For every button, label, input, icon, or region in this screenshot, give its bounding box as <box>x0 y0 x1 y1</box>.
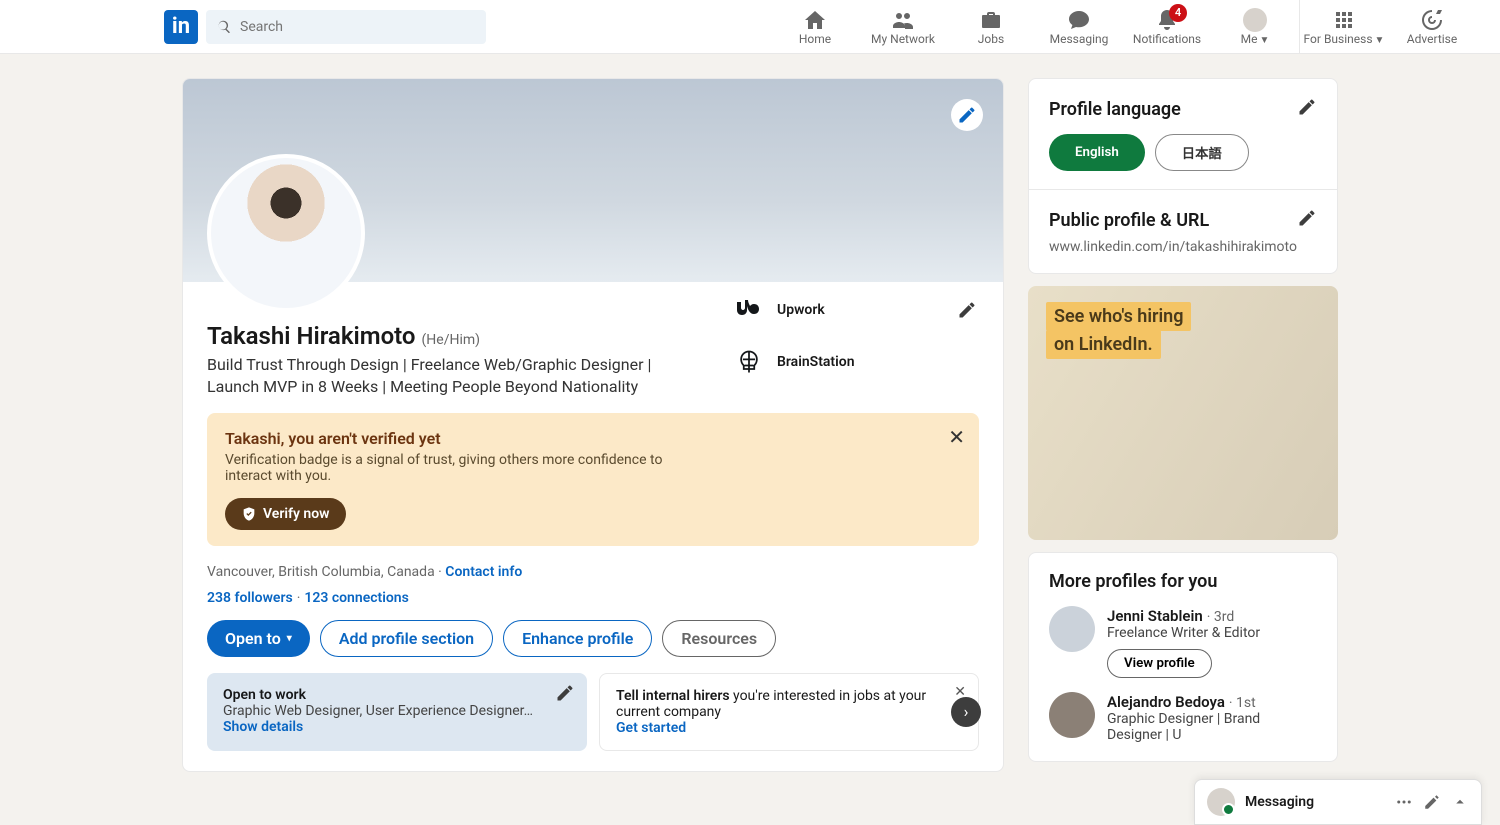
more-profiles-card: More profiles for you Jenni Stablein · 3… <box>1028 552 1338 762</box>
briefcase-icon <box>979 8 1003 32</box>
enhance-profile-button[interactable]: Enhance profile <box>503 620 652 657</box>
pronouns: (He/Him) <box>422 332 481 348</box>
nav-business[interactable]: For Business▼ <box>1300 0 1388 54</box>
top-nav: in Home My Network Jobs Messaging 4Notif… <box>0 0 1500 54</box>
shield-check-icon <box>241 506 257 522</box>
avatar-icon <box>1049 692 1095 738</box>
pencil-icon <box>1297 97 1317 117</box>
avatar-icon <box>1049 606 1095 652</box>
suggested-profile[interactable]: Alejandro Bedoya · 1st Graphic Designer … <box>1049 692 1317 743</box>
location-row: Vancouver, British Columbia, Canada · Co… <box>207 564 979 580</box>
people-icon <box>891 8 915 32</box>
verify-title: Takashi, you aren't verified yet <box>225 429 961 448</box>
chevron-up-icon[interactable] <box>1451 793 1469 811</box>
headline: Build Trust Through Design | Freelance W… <box>207 354 677 399</box>
contact-info-link[interactable]: Contact info <box>445 564 522 580</box>
nav-notifications[interactable]: 4Notifications <box>1123 0 1211 54</box>
edit-url-button[interactable] <box>1297 208 1317 233</box>
company-brainstation[interactable]: BrainStation <box>733 346 913 378</box>
edit-language-button[interactable] <box>1297 97 1317 122</box>
caret-down-icon: ▼ <box>1375 35 1385 46</box>
nav-advertise[interactable]: Advertise <box>1388 0 1476 54</box>
public-url: www.linkedin.com/in/takashihirakimoto <box>1049 239 1317 255</box>
company-upwork[interactable]: Upwork <box>733 294 913 326</box>
notif-badge: 4 <box>1169 4 1187 22</box>
avatar-icon <box>1243 8 1267 32</box>
more-icon[interactable] <box>1395 793 1413 811</box>
caret-down-icon: ▼ <box>1259 35 1269 46</box>
internal-hirers-panel[interactable]: ✕ Tell internal hirers you're interested… <box>599 673 979 751</box>
nav-messaging[interactable]: Messaging <box>1035 0 1123 54</box>
home-icon <box>803 8 827 32</box>
nav-home[interactable]: Home <box>771 0 859 54</box>
search-icon <box>216 19 232 35</box>
compose-icon[interactable] <box>1423 793 1441 811</box>
get-started-link[interactable]: Get started <box>616 720 962 736</box>
pencil-icon <box>957 300 977 320</box>
pencil-icon <box>957 105 977 125</box>
carousel-next-button[interactable]: › <box>951 697 981 727</box>
experience-summary: Upwork BrainStation <box>733 294 913 398</box>
caret-down-icon: ▾ <box>287 633 292 644</box>
profile-language-card: Profile language English 日本語 Public prof… <box>1028 78 1338 274</box>
add-section-button[interactable]: Add profile section <box>320 620 493 657</box>
verify-body: Verification badge is a signal of trust,… <box>225 452 665 484</box>
profile-name: Takashi Hirakimoto <box>207 322 416 350</box>
verify-now-button[interactable]: Verify now <box>225 498 346 530</box>
view-profile-button[interactable]: View profile <box>1107 649 1212 678</box>
show-details-link[interactable]: Show details <box>223 719 571 735</box>
linkedin-logo[interactable]: in <box>164 10 198 44</box>
open-to-work-panel[interactable]: Open to work Graphic Web Designer, User … <box>207 673 587 751</box>
lang-japanese-button[interactable]: 日本語 <box>1155 134 1249 171</box>
edit-intro-button[interactable] <box>951 294 983 326</box>
cover-photo <box>183 79 1003 282</box>
grid-icon <box>1332 8 1356 32</box>
pencil-icon[interactable] <box>555 683 575 707</box>
nav-me[interactable]: Me▼ <box>1211 0 1299 54</box>
chat-icon <box>1067 8 1091 32</box>
resources-button[interactable]: Resources <box>662 620 776 657</box>
profile-card: Upwork BrainStation Takashi Hirakimoto (… <box>182 78 1004 772</box>
edit-cover-button[interactable] <box>951 99 983 131</box>
brainstation-logo-icon <box>733 346 765 378</box>
promo-ad[interactable]: See who's hiring on LinkedIn. <box>1028 286 1338 540</box>
lang-english-button[interactable]: English <box>1049 134 1145 171</box>
search-box[interactable] <box>206 10 486 44</box>
open-to-button[interactable]: Open to▾ <box>207 620 310 657</box>
messaging-dock[interactable]: Messaging <box>1194 779 1482 825</box>
pencil-icon <box>1297 208 1317 228</box>
nav-network[interactable]: My Network <box>859 0 947 54</box>
connections-link[interactable]: 123 connections <box>304 590 408 606</box>
followers-link[interactable]: 238 followers <box>207 590 293 606</box>
verify-banner: ✕ Takashi, you aren't verified yet Verif… <box>207 413 979 546</box>
upwork-logo-icon <box>733 294 765 326</box>
suggested-profile[interactable]: Jenni Stablein · 3rd Freelance Writer & … <box>1049 606 1317 678</box>
target-icon <box>1420 8 1444 32</box>
search-input[interactable] <box>240 19 476 35</box>
close-icon[interactable]: ✕ <box>948 425 965 449</box>
nav-jobs[interactable]: Jobs <box>947 0 1035 54</box>
avatar-icon <box>1207 788 1235 816</box>
